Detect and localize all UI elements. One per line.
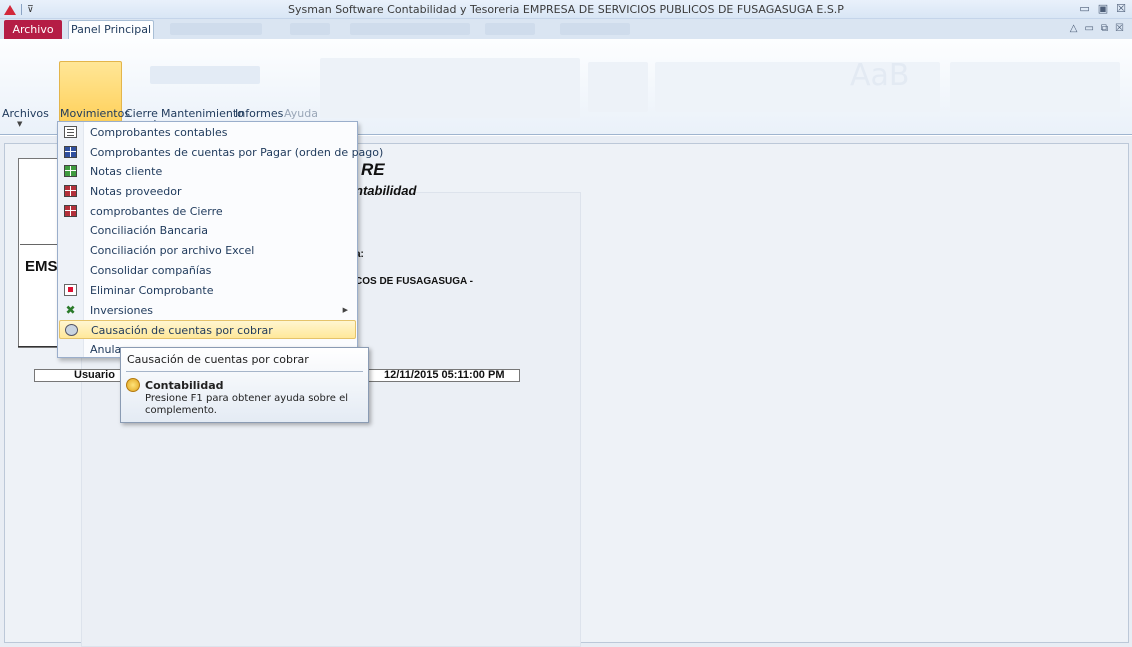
flag-icon (64, 284, 77, 296)
grid-green-icon (64, 165, 77, 177)
obscured-style-preview: AaB (850, 58, 910, 93)
tooltip-heading: Contabilidad (145, 379, 224, 392)
plugin-icon (126, 378, 140, 392)
menu-item-label: Conciliación Bancaria (90, 224, 209, 237)
company-name: COS DE FUSAGASUGA - (355, 276, 473, 287)
menu-item-label: Causación de cuentas por cobrar (91, 324, 273, 337)
menu-item-label: Notas cliente (90, 165, 163, 178)
restore-document-button[interactable]: ⧉ (1101, 23, 1108, 34)
menu-item-notas-cliente[interactable]: Notas cliente (59, 162, 356, 181)
tooltip-divider (126, 371, 363, 372)
document-icon (64, 126, 77, 138)
obscured-tab (290, 23, 330, 35)
tooltip-title: Causación de cuentas por cobrar (127, 353, 309, 366)
datetime-display: 12/11/2015 05:11:00 PM (384, 369, 505, 381)
window-title: Sysman Software Contabilidad y Tesoreria… (288, 3, 844, 16)
obscured-tab (170, 23, 262, 35)
chevron-down-icon: ▼ (17, 120, 23, 128)
close-window-button[interactable]: ☒ (1116, 2, 1126, 15)
menu-tooltip: Causación de cuentas por cobrar Contabil… (120, 347, 369, 423)
ayuda-button[interactable]: Ayuda (284, 107, 318, 120)
menu-item-notas-proveedor[interactable]: Notas proveedor (59, 182, 356, 201)
minimize-window-button[interactable]: ▭ (1079, 2, 1089, 15)
menu-item-label: Conciliación por archivo Excel (90, 244, 255, 257)
collapse-ribbon-icon[interactable]: △ (1070, 23, 1078, 34)
menu-item-comprobantes-cierre[interactable]: comprobantes de Cierre (59, 202, 356, 221)
obscured-ribbon-group (320, 58, 580, 118)
page-heading: RE (361, 160, 385, 179)
menu-item-label: Consolidar compañías (90, 264, 212, 277)
window-controls: ▭ ▣ ☒ (1079, 2, 1126, 15)
page-subheading: ntabilidad (355, 183, 417, 198)
menu-item-inversiones[interactable]: ✖ Inversiones ▶ (59, 301, 356, 320)
grid-red-icon (64, 185, 77, 197)
title-bar: ⊽ Sysman Software Contabilidad y Tesorer… (0, 0, 1132, 19)
movimientos-menu: Comprobantes contables Comprobantes de c… (57, 121, 383, 358)
menu-item-comprobantes-cuentas-pagar[interactable]: Comprobantes de cuentas por Pagar (orden… (59, 143, 383, 162)
menu-item-causacion-cuentas-cobrar[interactable]: Causación de cuentas por cobrar (59, 320, 356, 339)
menu-item-label: Notas proveedor (90, 185, 182, 198)
menu-item-consolidar-companias[interactable]: Consolidar compañías (59, 261, 356, 280)
movimientos-button[interactable]: Movimientos (60, 107, 130, 120)
obscured-ribbon-group (588, 62, 648, 112)
menu-item-label: Eliminar Comprobante (90, 284, 214, 297)
obscured-tab (485, 23, 535, 35)
menu-item-label: Comprobantes contables (90, 126, 228, 139)
obscured-tab (560, 23, 630, 35)
obscured-tab (350, 23, 470, 35)
minimize-document-button[interactable]: ▭ (1084, 23, 1093, 34)
menu-item-label: Inversiones (90, 304, 154, 317)
tools-icon: ✖ (65, 303, 76, 317)
obscured-ribbon-group (950, 62, 1120, 112)
grid-red-icon (64, 205, 77, 217)
maximize-window-button[interactable]: ▣ (1098, 2, 1108, 15)
company-card-text: EMS (25, 258, 58, 275)
mantenimiento-button[interactable]: Mantenimiento (161, 107, 244, 120)
tab-panel-principal[interactable]: Panel Principal (68, 20, 154, 40)
menu-item-label: comprobantes de Cierre (90, 205, 223, 218)
menu-item-conciliacion-excel[interactable]: Conciliación por archivo Excel (59, 241, 356, 260)
ribbon-window-controls: △ ▭ ⧉ ☒ (1070, 23, 1124, 34)
submenu-arrow-icon: ▶ (342, 306, 348, 314)
menu-item-eliminar-comprobante[interactable]: Eliminar Comprobante (59, 281, 356, 300)
informes-button[interactable]: Informes (235, 107, 283, 120)
menu-item-comprobantes-contables[interactable]: Comprobantes contables (59, 123, 356, 142)
grid-blue-icon (64, 146, 77, 158)
menu-item-conciliacion-bancaria[interactable]: Conciliación Bancaria (59, 221, 356, 240)
tooltip-body: Presione F1 para obtener ayuda sobre el … (145, 393, 349, 416)
archivos-button[interactable]: Archivos (2, 107, 49, 120)
close-document-button[interactable]: ☒ (1115, 23, 1124, 34)
obscured-ribbon-control (150, 66, 260, 84)
menu-item-label: Comprobantes de cuentas por Pagar (orden… (90, 146, 384, 159)
coins-icon (65, 324, 78, 336)
usuario-label: Usuario (74, 369, 115, 381)
tab-archivo[interactable]: Archivo (4, 20, 62, 39)
